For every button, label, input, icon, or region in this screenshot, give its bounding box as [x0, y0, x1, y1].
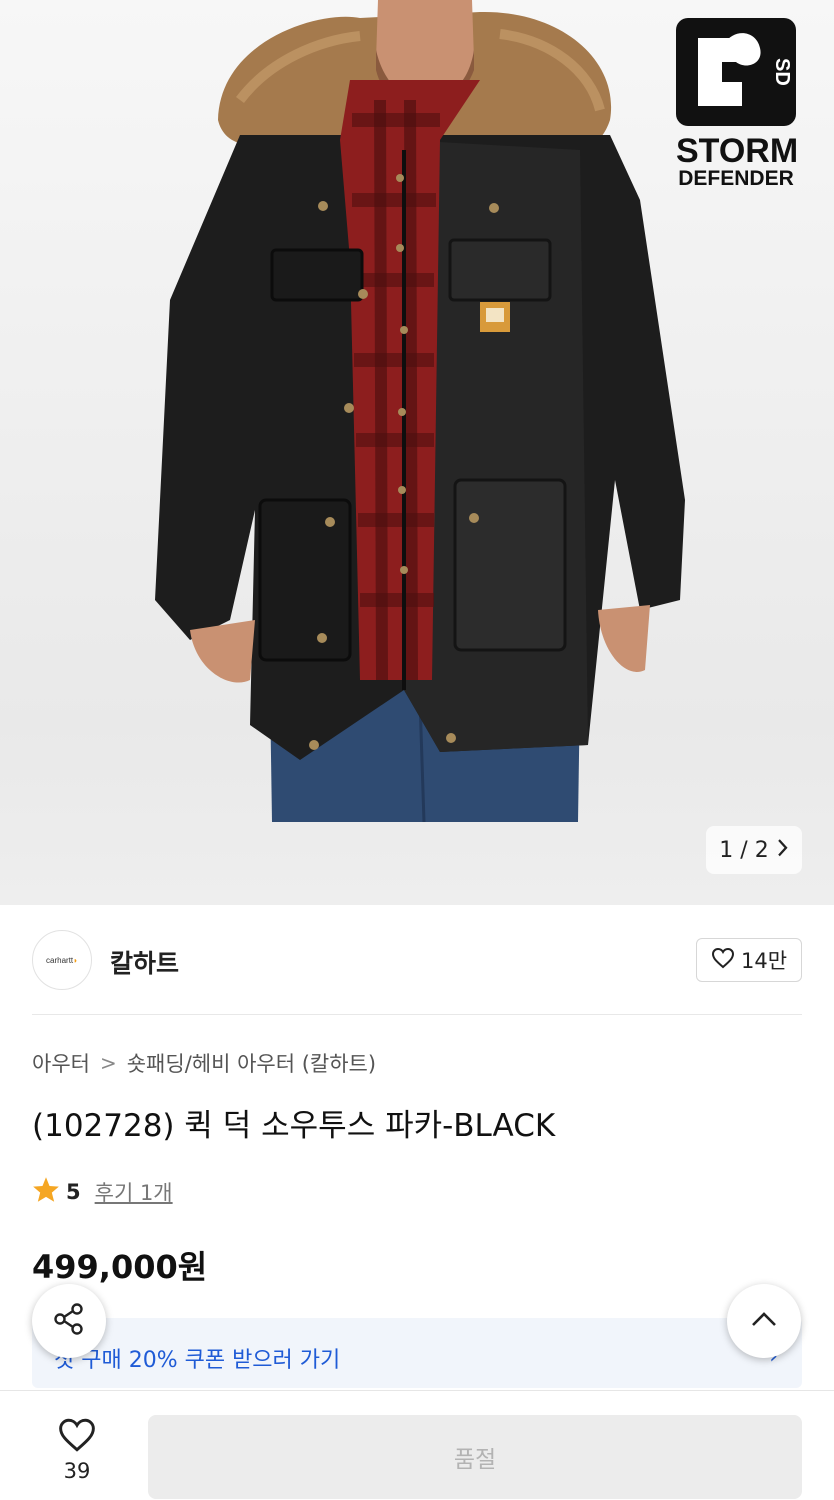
brand-logo[interactable]: carhartt ◗	[32, 930, 92, 990]
product-title: (102728) 퀵 덕 소우투스 파카-BLACK	[32, 1108, 556, 1144]
reviews-link[interactable]: 후기 1개	[95, 1177, 173, 1207]
brand-logo-text: carhartt	[46, 955, 74, 965]
bottom-action-bar: 39 품절	[0, 1390, 834, 1500]
breadcrumb-level1[interactable]: 아우터	[32, 1048, 90, 1078]
breadcrumb-level2[interactable]: 숏패딩/헤비 아우터 (칼하트)	[127, 1048, 376, 1078]
coupon-banner[interactable]: 첫 구매 20% 쿠폰 받으러 가기 ›	[32, 1318, 802, 1388]
wishlist-count: 39	[63, 1459, 91, 1483]
storm-defender-badge: SD STORM DEFENDER	[676, 18, 799, 190]
rating-score: 5	[66, 1180, 81, 1204]
heart-outline-icon	[57, 1418, 97, 1457]
brand-row[interactable]: carhartt ◗ 칼하트 14만	[32, 930, 802, 990]
badge-line-2: DEFENDER	[678, 167, 794, 190]
product-price: 499,000원	[32, 1248, 208, 1286]
product-image-carousel[interactable]: SD STORM DEFENDER 1 / 2	[0, 0, 834, 905]
heart-outline-icon	[711, 947, 735, 974]
divider	[32, 1014, 802, 1015]
brand-like-button[interactable]: 14만	[696, 938, 802, 982]
brand-name[interactable]: 칼하트	[110, 944, 179, 980]
chevron-up-icon	[750, 1310, 778, 1332]
coupon-text: 첫 구매 20% 쿠폰 받으러 가기	[54, 1348, 341, 1373]
chevron-right-icon	[777, 836, 789, 864]
brand-like-count: 14만	[740, 949, 788, 973]
image-counter[interactable]: 1 / 2	[706, 826, 802, 874]
scroll-to-top-button[interactable]	[727, 1284, 801, 1358]
share-icon	[51, 1301, 87, 1341]
sold-out-button[interactable]: 품절	[148, 1415, 802, 1499]
rating-row: 5 후기 1개	[32, 1176, 173, 1208]
svg-text:SD: SD	[771, 58, 793, 86]
breadcrumb-separator: >	[99, 1051, 117, 1075]
brand-logo-c-icon: ◗	[73, 955, 78, 965]
wishlist-button[interactable]: 39	[40, 1417, 114, 1483]
badge-line-1: STORM	[676, 132, 799, 170]
carhartt-c-logo-icon: SD	[676, 18, 796, 126]
image-counter-text: 1 / 2	[719, 837, 769, 863]
star-icon	[32, 1176, 60, 1208]
product-detail-page: SD STORM DEFENDER 1 / 2 carhartt ◗ 칼하트 14…	[0, 0, 834, 1500]
breadcrumb: 아우터 > 숏패딩/헤비 아우터 (칼하트)	[32, 1048, 376, 1078]
share-button[interactable]	[32, 1284, 106, 1358]
